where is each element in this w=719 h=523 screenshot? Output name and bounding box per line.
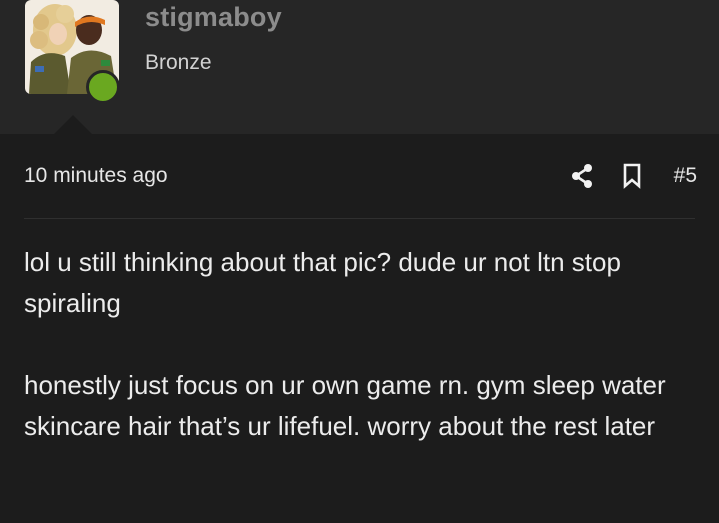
header-pointer [53,115,93,135]
post-page: stigmaboy Bronze 10 minutes ago #5 lol u… [0,0,719,523]
online-status-indicator [86,70,120,104]
avatar[interactable] [25,0,120,104]
post-author-header: stigmaboy Bronze [0,0,719,135]
post-body: lol u still thinking about that pic? dud… [24,242,704,488]
post-number-link[interactable]: #5 [674,164,697,188]
author-username[interactable]: stigmaboy [145,2,282,33]
share-button[interactable] [568,160,596,192]
post-timestamp[interactable]: 10 minutes ago [24,164,168,188]
post-divider [24,218,695,219]
author-rank: Bronze [145,51,212,74]
post-actions: #5 [568,160,697,192]
post-paragraph: lol u still thinking about that pic? dud… [24,247,621,318]
share-icon [571,164,592,188]
bookmark-button[interactable] [618,160,646,192]
bookmark-icon [623,163,640,189]
post-paragraph: honestly just focus on ur own game rn. g… [24,370,666,441]
